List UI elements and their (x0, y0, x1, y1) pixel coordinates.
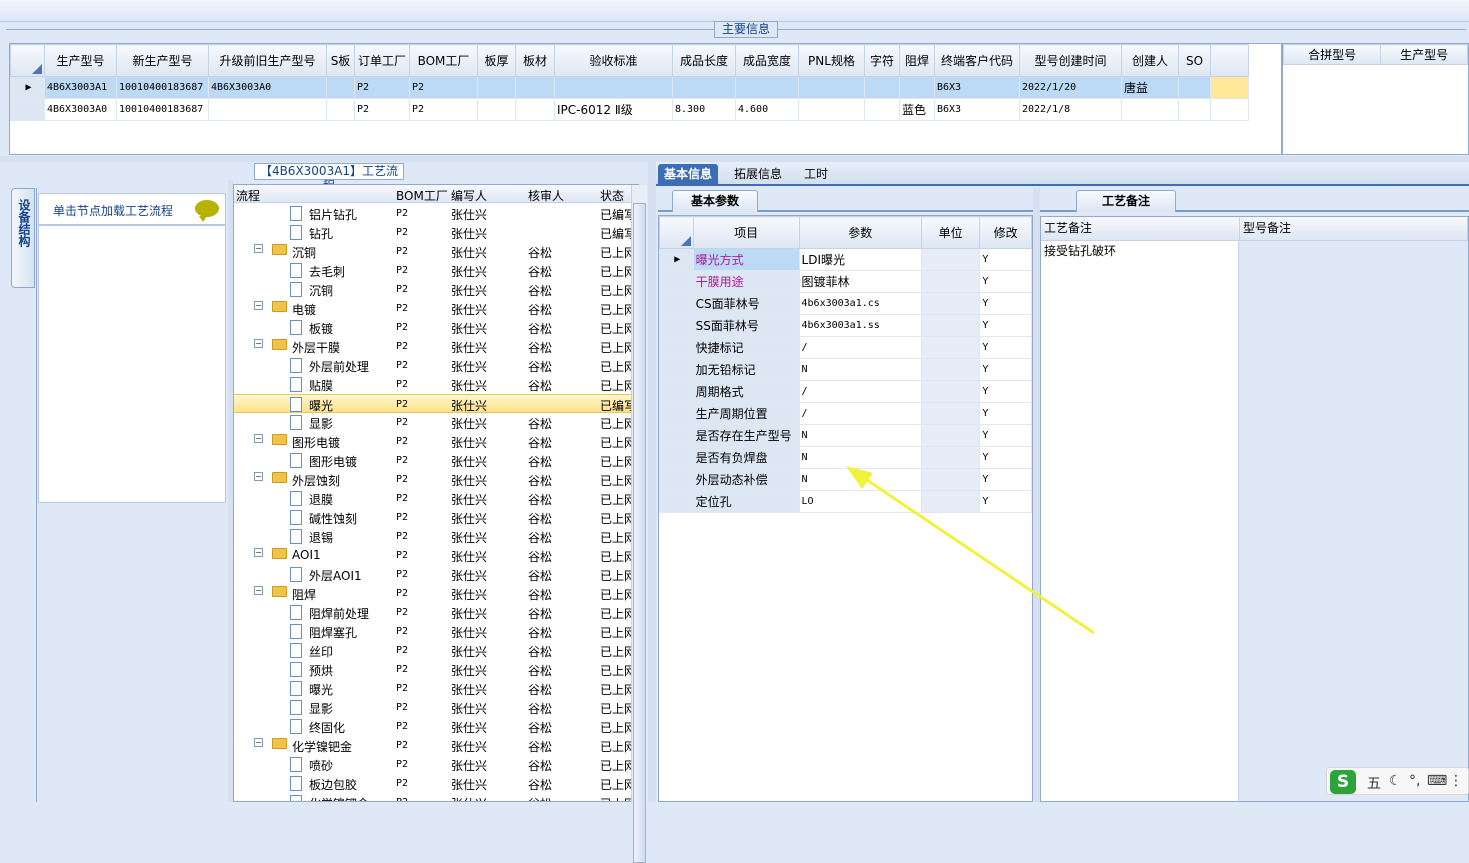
ime-logo-icon[interactable]: S (1330, 770, 1356, 794)
ime-menu-icon[interactable]: ⋮ (1449, 773, 1463, 789)
annotation-arrow (846, 466, 1095, 635)
ime-punct-icon[interactable]: °, (1409, 773, 1420, 789)
ime-mode[interactable]: 五 (1367, 773, 1381, 793)
ime-moon-icon[interactable]: ☾ (1389, 773, 1402, 789)
ime-toolbar[interactable]: S 五 ☾ °, ⌨ ⋮ (1326, 767, 1469, 795)
ime-keyboard-icon[interactable]: ⌨ (1427, 773, 1447, 789)
